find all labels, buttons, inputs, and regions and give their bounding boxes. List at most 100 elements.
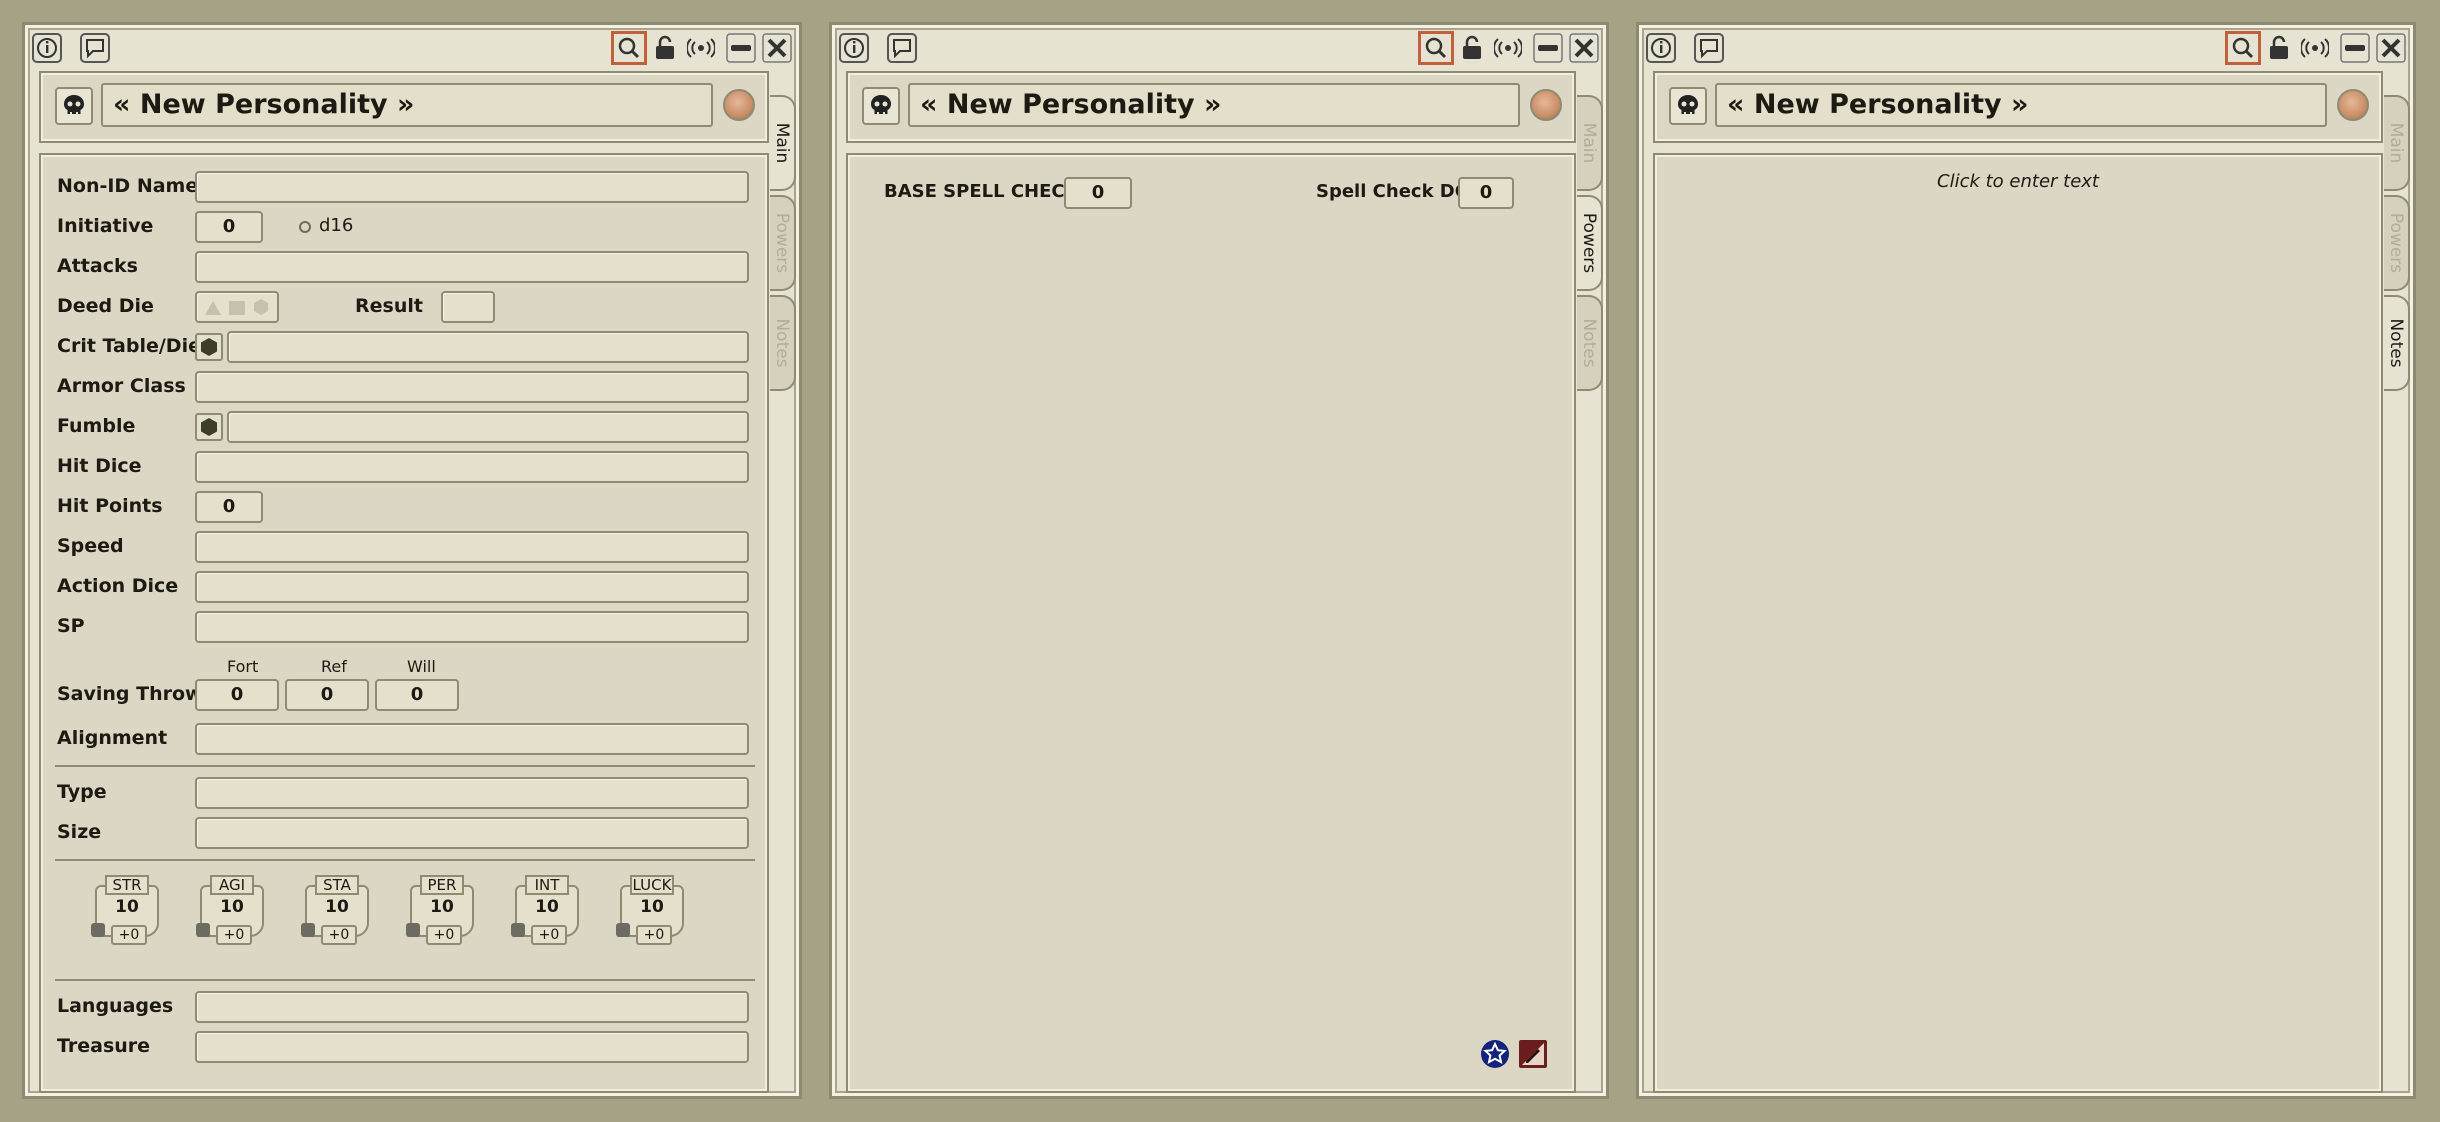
- ref-label: Ref: [321, 657, 347, 676]
- alignment-field[interactable]: [195, 723, 749, 755]
- notes-tab-content[interactable]: Click to enter text: [1653, 153, 2383, 1093]
- minimize-icon[interactable]: [2337, 31, 2373, 65]
- window-header: « New Personality »: [1653, 71, 2383, 143]
- personality-window-powers: « New Personality » BASE SPELL CHECK 0 S…: [829, 22, 1609, 1099]
- personality-name-field[interactable]: « New Personality »: [908, 83, 1520, 127]
- fumble-field[interactable]: [227, 411, 749, 443]
- edit-list-icon[interactable]: [1518, 1039, 1548, 1069]
- will-field[interactable]: 0: [375, 679, 459, 711]
- non-id-name-field[interactable]: [195, 171, 749, 203]
- ability-modifier: +0: [426, 925, 462, 945]
- ability-score[interactable]: 10: [410, 897, 474, 917]
- initiative-die-radio[interactable]: [299, 221, 311, 233]
- crit-table-field[interactable]: [227, 331, 749, 363]
- tab-powers[interactable]: Powers: [2384, 195, 2410, 291]
- notes-placeholder[interactable]: Click to enter text: [1655, 171, 2381, 192]
- hit-points-field[interactable]: 0: [195, 491, 263, 523]
- tab-notes[interactable]: Notes: [1577, 295, 1603, 391]
- hit-dice-field[interactable]: [195, 451, 749, 483]
- fumble-die-icon[interactable]: [195, 413, 223, 441]
- lookup-icon[interactable]: [1418, 31, 1454, 65]
- tab-main[interactable]: Main: [1577, 95, 1603, 191]
- broadcast-icon[interactable]: [1490, 31, 1526, 65]
- window-header: « New Personality »: [39, 71, 769, 143]
- info-icon[interactable]: [29, 31, 65, 65]
- saving-throws-label: Saving Throws: [57, 683, 214, 705]
- tab-powers[interactable]: Powers: [1577, 195, 1603, 291]
- ability-roll-icon[interactable]: [91, 923, 105, 937]
- broadcast-icon[interactable]: [2297, 31, 2333, 65]
- treasure-field[interactable]: [195, 1031, 749, 1063]
- skull-icon[interactable]: [55, 87, 93, 125]
- result-label: Result: [355, 295, 423, 317]
- ability-score[interactable]: 10: [620, 897, 684, 917]
- speed-field[interactable]: [195, 531, 749, 563]
- identified-toggle[interactable]: [723, 89, 755, 121]
- ability-str[interactable]: STR 10 +0: [91, 875, 163, 947]
- languages-field[interactable]: [195, 991, 749, 1023]
- lock-icon[interactable]: [1454, 31, 1490, 65]
- info-icon[interactable]: [1643, 31, 1679, 65]
- initiative-field[interactable]: 0: [195, 211, 263, 243]
- skull-icon[interactable]: [862, 87, 900, 125]
- crit-die-icon[interactable]: [195, 333, 223, 361]
- tab-label: Main: [2386, 122, 2406, 164]
- lock-icon[interactable]: [647, 31, 683, 65]
- fort-field[interactable]: 0: [195, 679, 279, 711]
- ability-modifier: +0: [111, 925, 147, 945]
- chat-icon[interactable]: [1691, 31, 1727, 65]
- ability-int[interactable]: INT 10 +0: [511, 875, 583, 947]
- personality-name-field[interactable]: « New Personality »: [1715, 83, 2327, 127]
- minimize-icon[interactable]: [723, 31, 759, 65]
- personality-name-field[interactable]: « New Personality »: [101, 83, 713, 127]
- deed-die-field[interactable]: [195, 291, 279, 323]
- chat-icon[interactable]: [77, 31, 113, 65]
- chat-icon[interactable]: [884, 31, 920, 65]
- ability-roll-icon[interactable]: [196, 923, 210, 937]
- tab-main[interactable]: Main: [2384, 95, 2410, 191]
- identified-toggle[interactable]: [1530, 89, 1562, 121]
- close-icon[interactable]: [2373, 31, 2409, 65]
- minimize-icon[interactable]: [1530, 31, 1566, 65]
- lookup-icon[interactable]: [611, 31, 647, 65]
- ability-score[interactable]: 10: [200, 897, 264, 917]
- result-field[interactable]: [441, 291, 495, 323]
- skull-icon[interactable]: [1669, 87, 1707, 125]
- tab-powers[interactable]: Powers: [770, 195, 796, 291]
- ability-per[interactable]: PER 10 +0: [406, 875, 478, 947]
- close-icon[interactable]: [1566, 31, 1602, 65]
- ability-score[interactable]: 10: [95, 897, 159, 917]
- non-id-name-label: Non-ID Name: [57, 175, 199, 197]
- fort-label: Fort: [227, 657, 259, 676]
- type-field[interactable]: [195, 777, 749, 809]
- ability-roll-icon[interactable]: [616, 923, 630, 937]
- ability-roll-icon[interactable]: [511, 923, 525, 937]
- attacks-label: Attacks: [57, 255, 138, 277]
- spell-check-dc-field[interactable]: 0: [1458, 177, 1514, 209]
- close-icon[interactable]: [759, 31, 795, 65]
- tab-notes[interactable]: Notes: [770, 295, 796, 391]
- identified-toggle[interactable]: [2337, 89, 2369, 121]
- size-field[interactable]: [195, 817, 749, 849]
- tab-main[interactable]: Main: [770, 95, 796, 191]
- ability-roll-icon[interactable]: [406, 923, 420, 937]
- ability-roll-icon[interactable]: [301, 923, 315, 937]
- sp-field[interactable]: [195, 611, 749, 643]
- attacks-field[interactable]: [195, 251, 749, 283]
- ref-field[interactable]: 0: [285, 679, 369, 711]
- armor-class-field[interactable]: [195, 371, 749, 403]
- divider: [55, 765, 755, 767]
- lock-icon[interactable]: [2261, 31, 2297, 65]
- ability-score[interactable]: 10: [305, 897, 369, 917]
- info-icon[interactable]: [836, 31, 872, 65]
- ability-score[interactable]: 10: [515, 897, 579, 917]
- action-dice-field[interactable]: [195, 571, 749, 603]
- ability-agi[interactable]: AGI 10 +0: [196, 875, 268, 947]
- add-power-icon[interactable]: [1480, 1039, 1510, 1069]
- lookup-icon[interactable]: [2225, 31, 2261, 65]
- ability-luck[interactable]: LUCK 10 +0: [616, 875, 688, 947]
- base-spell-check-field[interactable]: 0: [1064, 177, 1132, 209]
- ability-sta[interactable]: STA 10 +0: [301, 875, 373, 947]
- tab-notes[interactable]: Notes: [2384, 295, 2410, 391]
- broadcast-icon[interactable]: [683, 31, 719, 65]
